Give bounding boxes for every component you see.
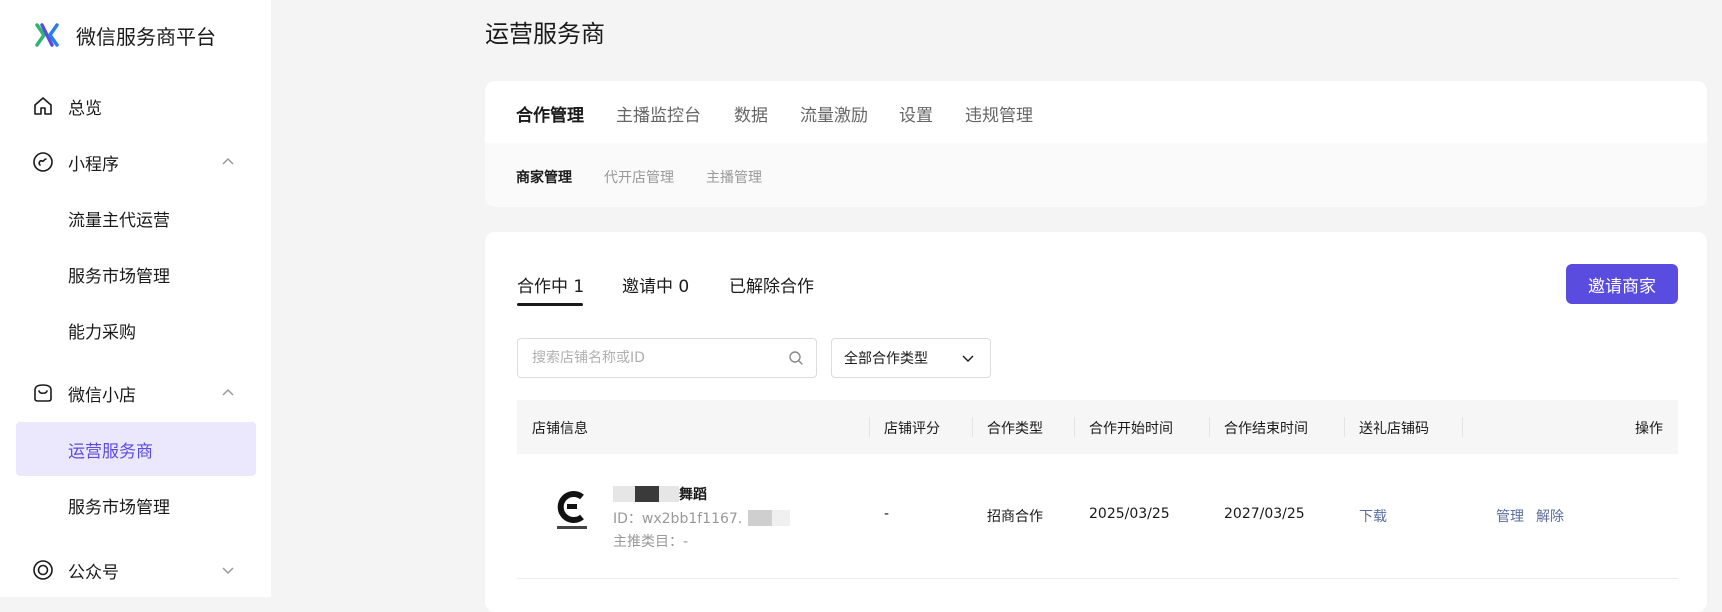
select-value: 全部合作类型	[844, 351, 928, 367]
column-divider	[1344, 417, 1345, 437]
column-divider	[869, 417, 870, 437]
sidebar-item-service-market[interactable]: 服务市场管理	[16, 247, 256, 301]
column-divider	[1462, 417, 1463, 437]
table-header: 店铺信息 店铺评分 合作类型 合作开始时间 合作结束时间 送礼店铺码 操作	[517, 400, 1678, 454]
sidebar-item-mini-program[interactable]: 小程序	[16, 135, 256, 189]
col-shop-info: 店铺信息	[532, 421, 588, 437]
coop-type: 招商合作	[987, 509, 1043, 525]
sidebar-item-label: 流量主代运营	[68, 210, 170, 231]
tab-violation-management[interactable]: 违规管理	[965, 101, 1033, 126]
chevron-down-icon	[962, 355, 974, 362]
sidebar-item-official-account[interactable]: 公众号	[16, 543, 256, 597]
chevron-down-icon[interactable]	[220, 562, 236, 578]
sidebar-item-service-market-2[interactable]: 服务市场管理	[16, 478, 256, 532]
end-date: 2027/03/25	[1224, 506, 1305, 522]
shop-category: 主推类目：-	[613, 534, 689, 550]
page-title: 运营服务商	[485, 20, 605, 48]
table-row: 舞蹈 ID：wx2bb1f1167. 主推类目：- - 招商合作 2025/03…	[517, 454, 1678, 579]
subtab-store-opening-management[interactable]: 代开店管理	[604, 167, 674, 187]
tab-terminated[interactable]: 已解除合作	[729, 272, 814, 297]
sidebar-item-label: 微信小店	[68, 385, 136, 406]
merchant-table: 店铺信息 店铺评分 合作类型 合作开始时间 合作结束时间 送礼店铺码 操作 舞蹈…	[517, 400, 1678, 579]
column-divider	[1074, 417, 1075, 437]
brand[interactable]: 微信服务商平台	[34, 20, 216, 50]
official-account-icon	[33, 560, 53, 580]
home-icon	[34, 97, 52, 115]
shop-logo	[557, 491, 587, 529]
col-coop-type: 合作类型	[987, 421, 1043, 437]
cooperation-type-select[interactable]: 全部合作类型	[831, 338, 991, 378]
sidebar-item-label: 公众号	[68, 562, 119, 583]
shop-name-suffix: 舞蹈	[679, 487, 707, 503]
sidebar-item-label: 小程序	[68, 154, 119, 175]
redacted-block	[748, 510, 773, 526]
download-gift-code-link[interactable]: 下载	[1359, 506, 1387, 526]
subtab-anchor-management[interactable]: 主播管理	[706, 167, 762, 187]
subtab-merchant-management[interactable]: 商家管理	[516, 167, 572, 187]
tab-settings[interactable]: 设置	[899, 101, 933, 126]
column-divider	[1209, 417, 1210, 437]
search-box[interactable]	[517, 338, 817, 378]
shop-icon	[34, 384, 52, 402]
active-tab-underline	[517, 303, 583, 306]
col-rating: 店铺评分	[884, 421, 940, 437]
chevron-up-icon[interactable]	[220, 154, 236, 170]
col-end-time: 合作结束时间	[1224, 421, 1308, 437]
tab-cooperating[interactable]: 合作中 1	[517, 272, 584, 297]
chevron-up-icon[interactable]	[220, 385, 236, 401]
column-divider	[972, 417, 973, 437]
mini-program-icon	[33, 152, 53, 172]
redacted-block	[659, 486, 679, 502]
tab-data[interactable]: 数据	[734, 101, 768, 126]
col-start-time: 合作开始时间	[1089, 421, 1173, 437]
sidebar-item-capability-purchase[interactable]: 能力采购	[16, 303, 256, 357]
sidebar-item-traffic-ops[interactable]: 流量主代运营	[16, 191, 256, 245]
tab-traffic-incentive[interactable]: 流量激励	[800, 101, 868, 126]
sidebar-item-wechat-shop[interactable]: 微信小店	[16, 366, 256, 420]
tab-inviting[interactable]: 邀请中 0	[622, 272, 689, 297]
sidebar-item-label: 总览	[68, 98, 102, 119]
col-gift-code: 送礼店铺码	[1359, 421, 1429, 437]
terminate-link[interactable]: 解除	[1536, 506, 1564, 526]
brand-title: 微信服务商平台	[76, 24, 216, 49]
search-icon[interactable]	[788, 350, 804, 366]
sidebar-item-label: 服务市场管理	[68, 266, 170, 287]
shop-rating: -	[884, 506, 890, 522]
manage-link[interactable]: 管理	[1496, 506, 1524, 526]
invite-merchant-button[interactable]: 邀请商家	[1566, 264, 1678, 304]
sidebar-item-label: 服务市场管理	[68, 497, 170, 518]
shop-name: 舞蹈	[613, 484, 707, 504]
brand-logo-icon	[35, 23, 59, 47]
sidebar: 微信服务商平台 总览 小程序 流量主代运营 服务市场管理 能力采购 微信小店 运…	[0, 0, 271, 597]
sidebar-item-operation-provider[interactable]: 运营服务商	[16, 422, 256, 476]
tab-card: 合作管理 主播监控台 数据 流量激励 设置 违规管理 商家管理 代开店管理 主播…	[485, 81, 1707, 207]
shop-id: ID：wx2bb1f1167.	[613, 508, 791, 528]
tab-anchor-monitor[interactable]: 主播监控台	[616, 101, 701, 126]
redacted-block	[635, 486, 659, 502]
start-date: 2025/03/25	[1089, 506, 1170, 522]
sidebar-item-label: 能力采购	[68, 322, 136, 343]
redacted-block	[613, 486, 635, 502]
sidebar-item-label: 运营服务商	[68, 441, 153, 462]
merchant-list-card: 合作中 1 邀请中 0 已解除合作 邀请商家 全部合作类型 店铺信息 店铺评分 …	[485, 232, 1707, 612]
redacted-block	[772, 510, 791, 526]
sidebar-item-overview[interactable]: 总览	[16, 79, 256, 133]
col-actions: 操作	[1635, 421, 1663, 437]
tab-cooperation-management[interactable]: 合作管理	[516, 101, 584, 126]
search-input[interactable]	[530, 349, 788, 367]
shop-id-text: ID：wx2bb1f1167.	[613, 511, 743, 527]
